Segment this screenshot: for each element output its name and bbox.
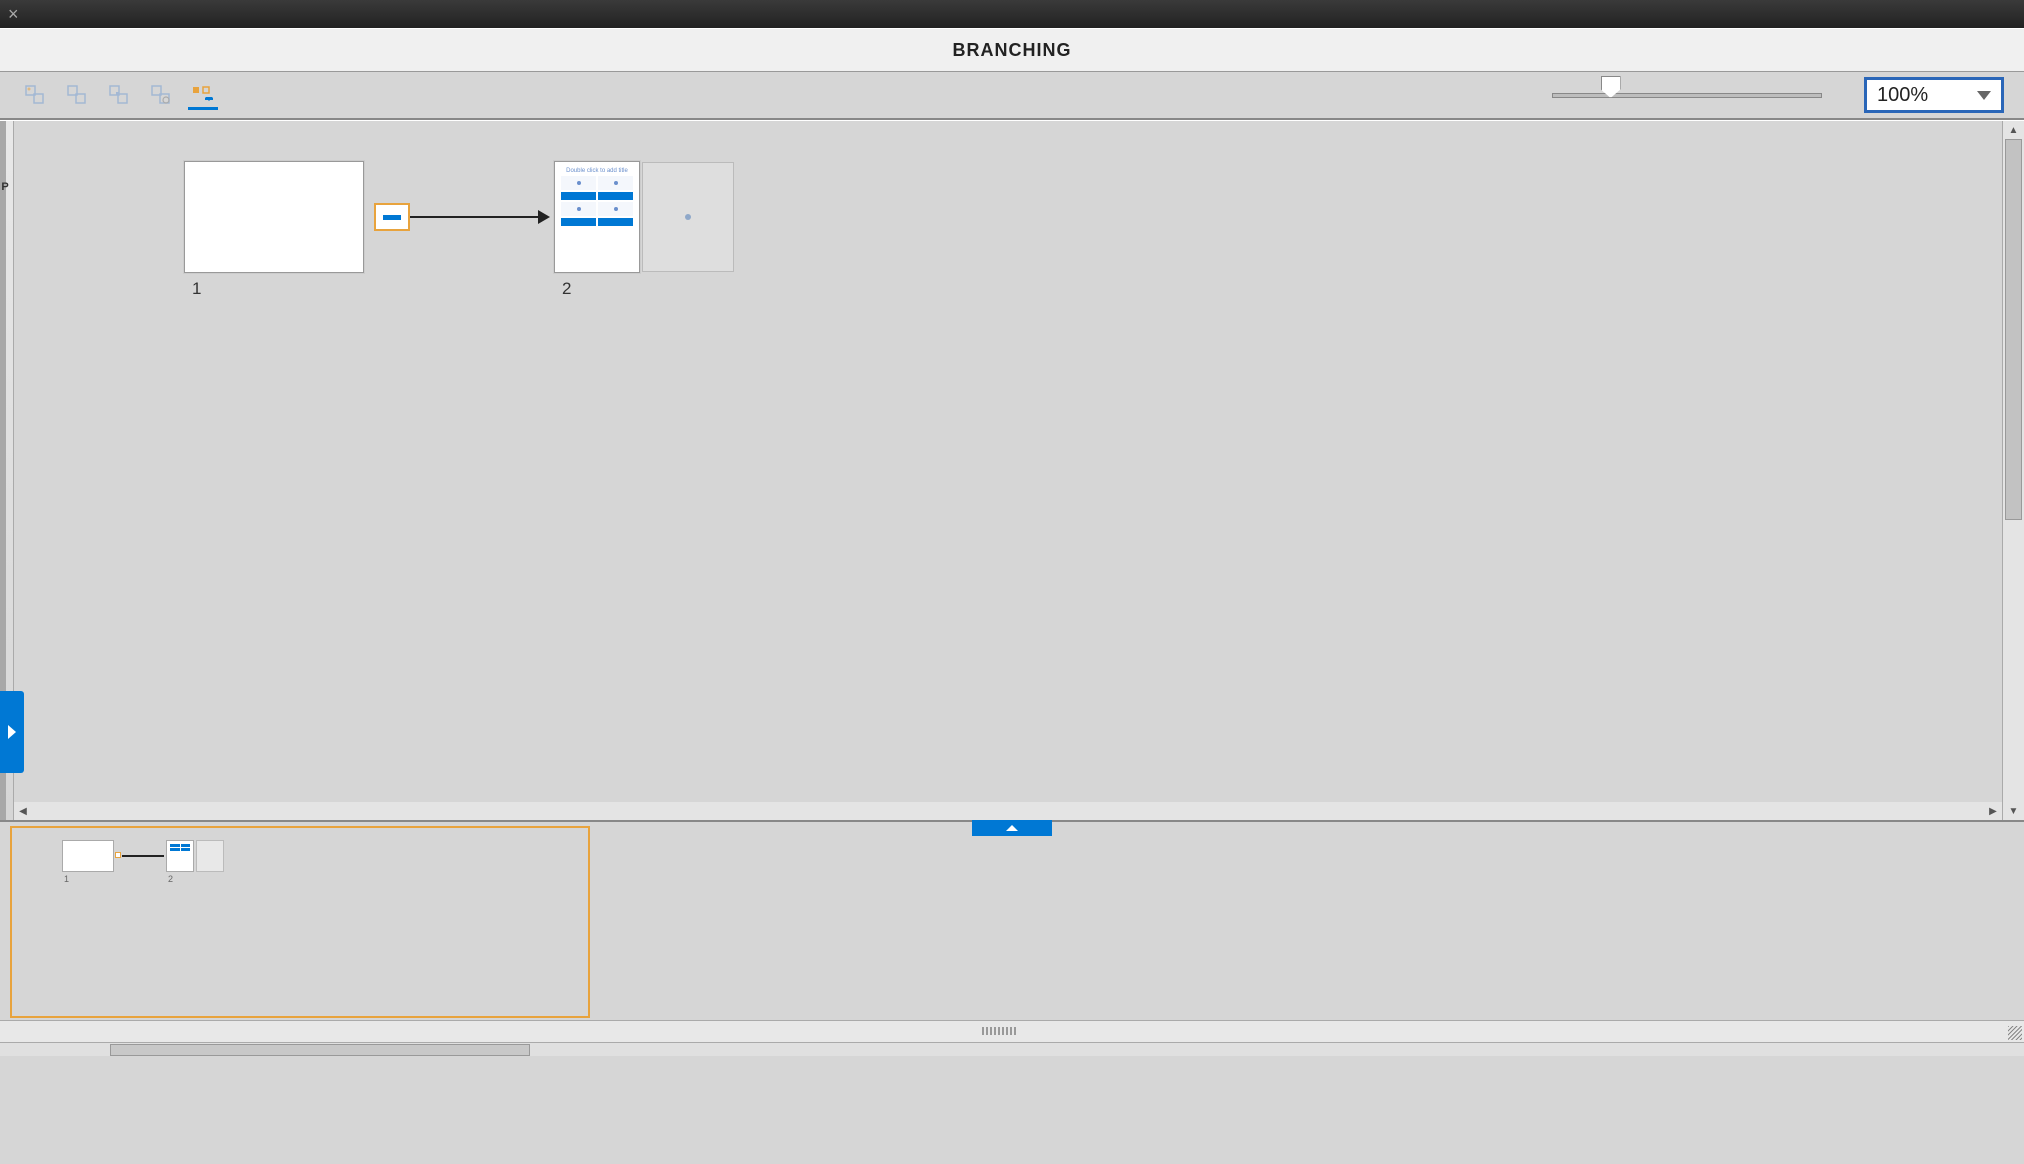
panel-header: BRANCHING xyxy=(0,28,2024,72)
branching-canvas-area: P 1 Double click to add title xyxy=(0,120,2024,820)
scroll-right-icon[interactable]: ▶ xyxy=(1984,802,2002,820)
slide-label: 1 xyxy=(184,279,364,299)
arrow-head-icon xyxy=(538,210,550,224)
vertical-scrollbar[interactable]: ▲ ▼ xyxy=(2002,121,2024,820)
ungroup-icon[interactable] xyxy=(146,80,176,110)
branch-origin-badge[interactable] xyxy=(374,203,410,231)
expand-left-panel-tab[interactable] xyxy=(0,691,24,773)
footer-area xyxy=(0,1056,2024,1164)
mini-label: 1 xyxy=(64,874,69,884)
slide-node-2[interactable]: Double click to add title 2 xyxy=(554,161,640,299)
collapse-overview-tab[interactable] xyxy=(972,820,1052,836)
scroll-left-icon[interactable]: ◀ xyxy=(14,802,32,820)
mini-badge xyxy=(115,852,121,858)
mini-label: 2 xyxy=(168,874,173,884)
slide-thumbnail[interactable] xyxy=(184,161,364,273)
overview-panel: 1 2 xyxy=(0,820,2024,1020)
scroll-down-icon[interactable]: ▼ xyxy=(2003,802,2024,820)
panel-title: BRANCHING xyxy=(953,40,1072,61)
mini-connector xyxy=(122,855,164,857)
zoom-dropdown[interactable]: 100% xyxy=(1864,77,2004,113)
zoom-value: 100% xyxy=(1877,84,1928,107)
toolbar: 100% xyxy=(0,72,2024,120)
add-icon xyxy=(685,214,691,220)
overview-viewport[interactable]: 1 2 xyxy=(10,826,590,1018)
mini-ghost[interactable] xyxy=(196,840,224,872)
page-indicator: P xyxy=(0,181,12,199)
bottom-scroll-track[interactable] xyxy=(0,1042,2024,1056)
bottom-scroll-thumb[interactable] xyxy=(110,1044,530,1056)
slide-thumbnail[interactable]: Double click to add title xyxy=(554,161,640,273)
collapse-all-icon[interactable] xyxy=(62,80,92,110)
scrollbar-thumb[interactable] xyxy=(2005,139,2022,520)
mini-slide-1[interactable] xyxy=(62,840,114,872)
branch-connector xyxy=(410,216,540,218)
group-icon[interactable] xyxy=(104,80,134,110)
scroll-up-icon[interactable]: ▲ xyxy=(2003,121,2024,139)
slide-node-1[interactable]: 1 xyxy=(184,161,364,299)
close-icon[interactable]: × xyxy=(8,5,19,23)
resize-handle-icon[interactable] xyxy=(2008,1026,2022,1040)
grip-icon xyxy=(982,1027,1042,1035)
slide-label: 2 xyxy=(554,279,640,299)
quiz-title-placeholder: Double click to add title xyxy=(561,166,633,176)
horizontal-scrollbar[interactable]: ◀ ▶ xyxy=(14,802,2002,820)
mini-slide-2[interactable] xyxy=(166,840,194,872)
chevron-down-icon xyxy=(1977,91,1991,100)
window-titlebar: × xyxy=(0,0,2024,28)
export-branching-icon[interactable] xyxy=(188,80,218,110)
zoom-slider[interactable] xyxy=(1552,85,1822,105)
panel-resize-bar[interactable] xyxy=(0,1020,2024,1042)
expand-all-icon[interactable] xyxy=(20,80,50,110)
branching-canvas[interactable]: 1 Double click to add title 2 xyxy=(14,121,2002,802)
ghost-slide-node[interactable] xyxy=(642,162,734,272)
